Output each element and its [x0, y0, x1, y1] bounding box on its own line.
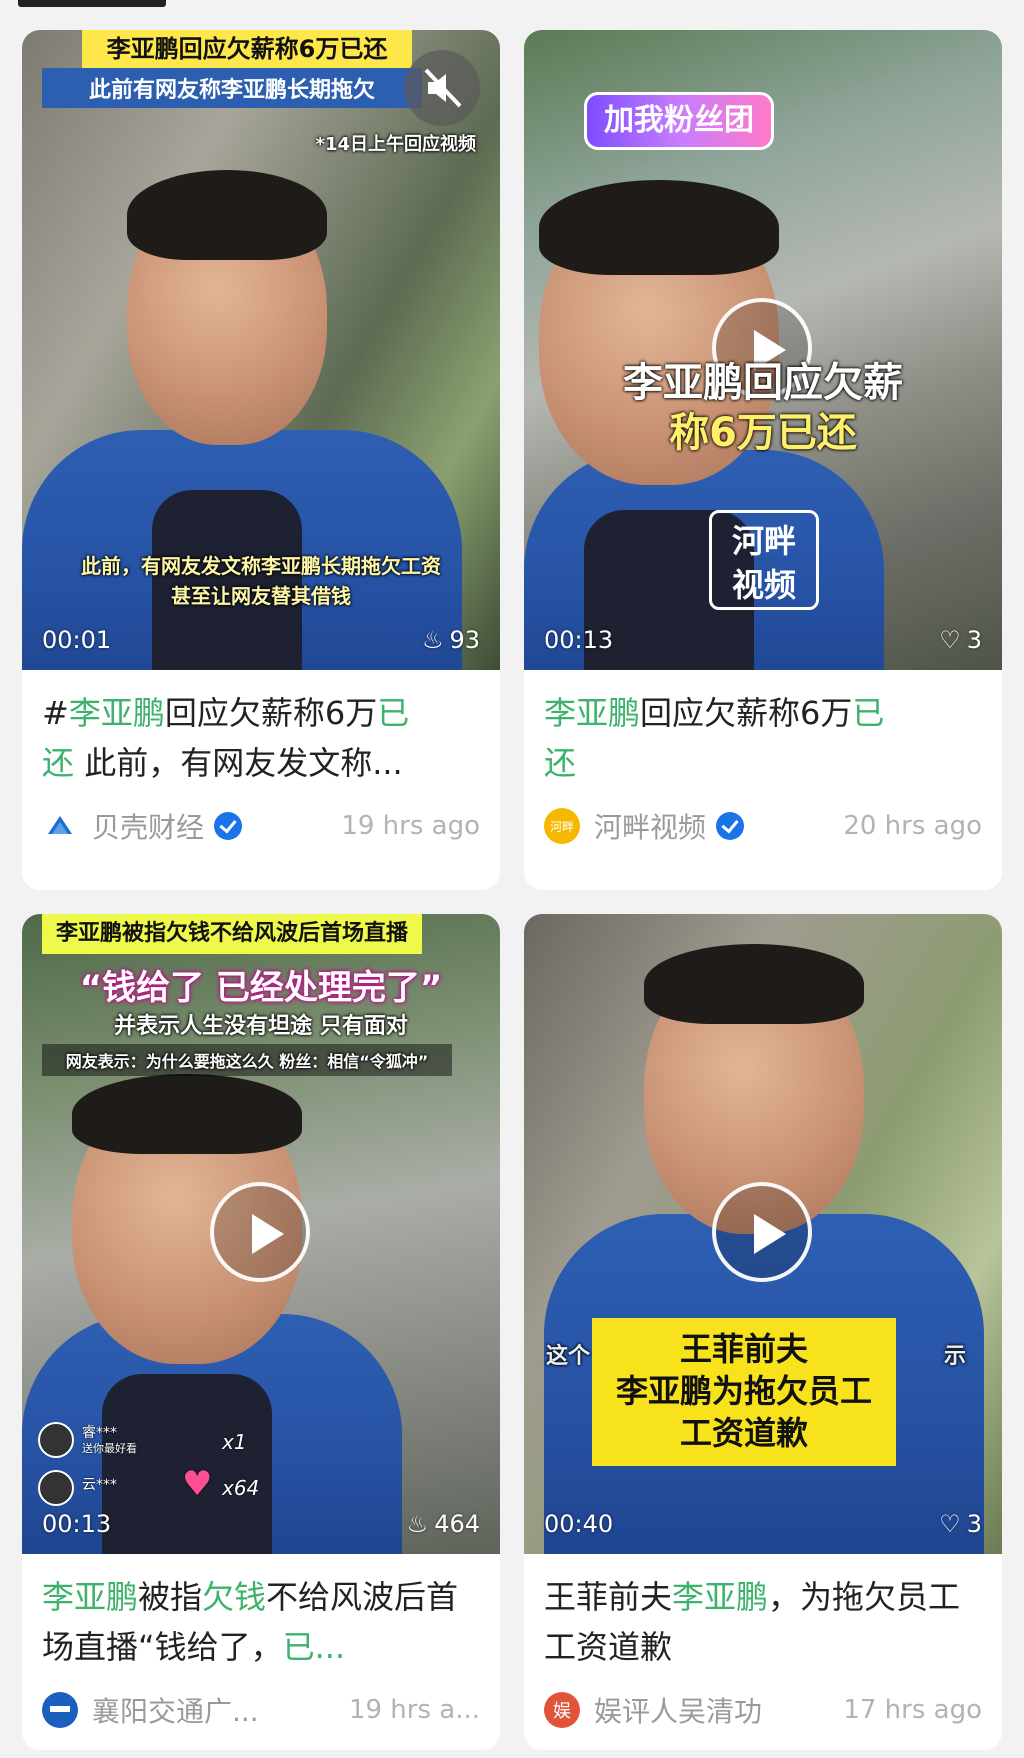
comment-banner: 网友表示：为什么要拖这么久 粉丝：相信“令狐冲” [42, 1044, 452, 1076]
title-highlight: 李亚鹏 [544, 694, 641, 732]
center-caption-2: 称6万已还 [669, 410, 857, 456]
video-duration: 00:13 [544, 626, 614, 654]
headline-banner: 李亚鹏回应欠薪称6万已还 [82, 30, 412, 68]
title-segment: # [42, 694, 69, 732]
play-icon[interactable] [712, 1182, 812, 1282]
video-thumbnail[interactable]: 这个 示 王菲前夫 李亚鹏为拖欠员工 工资道歉 00:40 ♡ 3 [524, 914, 1002, 1554]
headline-line: 工资道歉 [679, 1414, 808, 1452]
source-name[interactable]: 贝壳财经 [92, 806, 204, 846]
video-title[interactable]: #李亚鹏回应欠薪称6万已还 此前，有网友发文称... [22, 670, 500, 796]
verified-icon [214, 812, 243, 840]
play-icon[interactable] [210, 1182, 310, 1282]
video-title[interactable]: 王菲前夫李亚鹏，为拖欠员工工资道歉 [524, 1554, 1002, 1680]
title-highlight: 李亚鹏 [672, 1578, 769, 1616]
video-duration: 00:40 [544, 1510, 614, 1538]
gift-username: 云*** [82, 1477, 117, 1493]
title-highlight: 已... [282, 1628, 346, 1666]
video-title[interactable]: 李亚鹏回应欠薪称6万已还 [524, 670, 1002, 796]
stat-value: 93 [449, 626, 480, 654]
post-time: 17 hrs ago [843, 1695, 982, 1725]
flame-icon: ♨ [406, 1510, 429, 1538]
title-segment: 回应欠薪称6万 [164, 694, 378, 732]
video-thumbnail[interactable]: 李亚鹏被指欠钱不给风波后首场直播 “钱给了 已经处理完了” 并表示人生没有坦途 … [22, 914, 500, 1554]
title-segment: 被指 [138, 1578, 203, 1616]
title-highlight: 李亚鹏 [42, 1578, 139, 1616]
video-card[interactable]: 加我粉丝团 李亚鹏回应欠薪 称6万已还 河畔 视频 00:13 ♡ 3 李亚鹏回… [524, 30, 1002, 890]
stat-value: 3 [966, 1510, 982, 1538]
title-highlight: 还 [544, 744, 577, 782]
video-duration: 00:01 [42, 626, 112, 654]
title-highlight: 欠钱 [202, 1578, 267, 1616]
caption-line-2: 甚至让网友替其借钱 [171, 584, 351, 608]
date-note: *14日上午回应视频 [315, 134, 476, 155]
xiangyang-radio-logo-icon [42, 1692, 78, 1728]
stat-value: 3 [966, 626, 982, 654]
headline-box: 王菲前夫 李亚鹏为拖欠员工 工资道歉 [592, 1318, 896, 1466]
source-name[interactable]: 河畔视频 [594, 806, 706, 846]
source-row: 河畔 河畔视频 20 hrs ago [524, 796, 1002, 856]
headline-line: 王菲前夫 [679, 1330, 808, 1368]
post-time: 20 hrs ago [843, 811, 982, 841]
title-segment: 王菲前夫 [544, 1578, 673, 1616]
gift-count: x64 [222, 1476, 260, 1500]
gift-count: x1 [222, 1430, 247, 1454]
hepan-video-watermark: 河畔 视频 [709, 510, 819, 610]
source-name[interactable]: 襄阳交通广... [92, 1690, 259, 1730]
quote-caption: “钱给了 已经处理完了” [79, 968, 443, 1008]
video-thumbnail[interactable]: 李亚鹏回应欠薪称6万已还 此前有网友称李亚鹏长期拖欠 *14日上午回应视频 此前… [22, 30, 500, 670]
title-highlight: 还 [42, 744, 75, 782]
source-name[interactable]: 娱评人吴清功 [594, 1690, 762, 1730]
video-duration: 00:13 [42, 1510, 112, 1538]
video-thumbnail[interactable]: 加我粉丝团 李亚鹏回应欠薪 称6万已还 河畔 视频 00:13 ♡ 3 [524, 30, 1002, 670]
gift-text: 送你最好看 [82, 1442, 137, 1455]
side-caption-left: 这个 [546, 1344, 591, 1369]
verified-icon [716, 812, 745, 840]
fan-club-badge[interactable]: 加我粉丝团 [584, 92, 774, 150]
beike-logo-icon [42, 808, 78, 844]
hepan-logo-icon: 河畔 [544, 808, 580, 844]
side-caption-right: 示 [943, 1344, 966, 1369]
view-stat: ♨ 93 [422, 626, 480, 654]
status-indicator-bar [18, 0, 166, 7]
stat-value: 464 [434, 1510, 480, 1538]
yuping-logo-icon: 娱 [544, 1692, 580, 1728]
source-row: 娱 娱评人吴清功 17 hrs ago [524, 1680, 1002, 1740]
heart-icon: ♡ [939, 1510, 961, 1538]
avatar [38, 1470, 74, 1506]
post-time: 19 hrs ago [341, 811, 480, 841]
video-title[interactable]: 李亚鹏被指欠钱不给风波后首场直播“钱给了，已... [22, 1554, 500, 1680]
headline-line: 李亚鹏为拖欠员工 [615, 1372, 872, 1410]
video-card[interactable]: 这个 示 王菲前夫 李亚鹏为拖欠员工 工资道歉 00:40 ♡ 3 王菲前夫李亚… [524, 914, 1002, 1750]
headline-banner: 李亚鹏被指欠钱不给风波后首场直播 [42, 914, 422, 954]
watermark-line: 视频 [731, 566, 796, 604]
caption-line-1: 此前，有网友发文称李亚鹏长期拖欠工资 [81, 554, 441, 578]
title-highlight: 李亚鹏 [68, 694, 165, 732]
subheadline-text: 此前有网友称李亚鹏长期拖欠 [42, 68, 422, 108]
like-stat: ♡ 3 [939, 626, 982, 654]
title-segment: 回应欠薪称6万 [640, 694, 853, 732]
view-stat: ♨ 464 [407, 1510, 480, 1538]
heart-icon: ♡ [939, 626, 961, 654]
source-row: 贝壳财经 19 hrs ago [22, 796, 500, 856]
flame-icon: ♨ [421, 626, 444, 654]
avatar [38, 1422, 74, 1458]
video-grid: 李亚鹏回应欠薪称6万已还 此前有网友称李亚鹏长期拖欠 *14日上午回应视频 此前… [22, 30, 1002, 1750]
title-highlight: 已 [377, 694, 410, 732]
watermark-line: 河畔 [731, 522, 796, 560]
title-segment: 此前，有网友发文称... [74, 744, 403, 782]
video-card[interactable]: 李亚鹏被指欠钱不给风波后首场直播 “钱给了 已经处理完了” 并表示人生没有坦途 … [22, 914, 500, 1750]
gift-username: 睿*** [82, 1425, 117, 1441]
video-card[interactable]: 李亚鹏回应欠薪称6万已还 此前有网友称李亚鹏长期拖欠 *14日上午回应视频 此前… [22, 30, 500, 890]
source-row: 襄阳交通广... 19 hrs a... [22, 1680, 500, 1740]
heart-gift-icon: ♥ [182, 1464, 213, 1504]
like-stat: ♡ 3 [939, 1510, 982, 1538]
title-highlight: 已 [852, 694, 885, 732]
post-time: 19 hrs a... [348, 1695, 480, 1725]
mute-icon[interactable] [404, 50, 480, 126]
sub-caption: 并表示人生没有坦途 只有面对 [114, 1014, 408, 1039]
